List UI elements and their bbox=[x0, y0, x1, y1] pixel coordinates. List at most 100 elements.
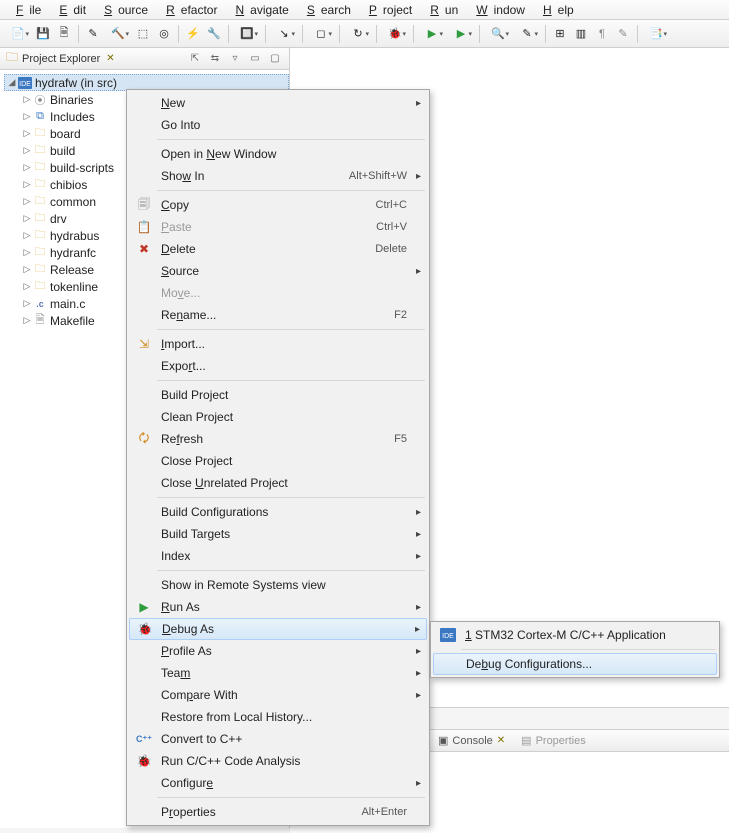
menu-edit[interactable]: Edit bbox=[47, 2, 92, 18]
debug-as-submenu[interactable]: IDE1 STM32 Cortex-M C/C++ Application Deb… bbox=[430, 621, 720, 678]
ctx-go-into[interactable]: Go Into bbox=[129, 114, 427, 136]
ctx-restore-from-local-history[interactable]: Restore from Local History... bbox=[129, 706, 427, 728]
menu-run[interactable]: Run bbox=[418, 2, 464, 18]
flash-button[interactable]: ⚡ bbox=[183, 24, 203, 44]
context-menu[interactable]: NewGo IntoOpen in New WindowShow InAlt+S… bbox=[126, 89, 430, 826]
menu-project[interactable]: Project bbox=[357, 2, 418, 18]
expand-icon[interactable]: ▷ bbox=[22, 298, 32, 309]
ctx-refresh[interactable]: 🗘RefreshF5 bbox=[129, 428, 427, 450]
menu-window[interactable]: Window bbox=[464, 2, 531, 18]
project-icon: IDE bbox=[17, 76, 33, 90]
collapse-all-icon[interactable]: ⇱ bbox=[187, 51, 203, 67]
ctx-profile-as[interactable]: Profile As bbox=[129, 640, 427, 662]
debug-button[interactable]: 🐞 bbox=[381, 24, 409, 44]
expand-icon[interactable]: ▷ bbox=[22, 264, 32, 275]
ctx-build-project[interactable]: Build Project bbox=[129, 384, 427, 406]
chip-button[interactable]: 🔲 bbox=[233, 24, 261, 44]
ctx-properties[interactable]: PropertiesAlt+Enter bbox=[129, 801, 427, 823]
tab-properties[interactable]: ▤ Properties bbox=[513, 730, 594, 751]
build-button[interactable]: 🔨 bbox=[104, 24, 132, 44]
menu-source[interactable]: Source bbox=[92, 2, 154, 18]
new-button[interactable]: 📄 bbox=[4, 24, 32, 44]
expand-icon[interactable]: ▷ bbox=[22, 145, 32, 156]
ctx-configure[interactable]: Configure bbox=[129, 772, 427, 794]
expand-icon[interactable]: ▷ bbox=[22, 315, 32, 326]
toggle-button[interactable]: ⊞ bbox=[550, 24, 570, 44]
expand-icon[interactable]: ▷ bbox=[22, 281, 32, 292]
ctx-debug-as[interactable]: 🐞Debug As bbox=[129, 618, 427, 640]
edit-button[interactable]: ✎ bbox=[83, 24, 103, 44]
stop-button[interactable]: ◻ bbox=[307, 24, 335, 44]
save-all-button[interactable]: 🗎 bbox=[54, 24, 74, 44]
ctx-team[interactable]: Team bbox=[129, 662, 427, 684]
accelerator: F5 bbox=[394, 433, 421, 445]
run-button[interactable]: ▶ bbox=[418, 24, 446, 44]
menu-navigate[interactable]: Navigate bbox=[223, 2, 294, 18]
menu-item-label: Show In bbox=[155, 169, 349, 183]
ctx-convert-to-c[interactable]: C⁺⁺Convert to C++ bbox=[129, 728, 427, 750]
source-folder-icon: 🗀 bbox=[32, 195, 48, 209]
ctx-export[interactable]: Export... bbox=[129, 355, 427, 377]
expand-icon[interactable]: ▷ bbox=[22, 230, 32, 241]
ctx-rename[interactable]: Rename...F2 bbox=[129, 304, 427, 326]
expand-icon[interactable]: ▷ bbox=[22, 111, 32, 122]
view-menu-icon[interactable]: ▿ bbox=[227, 51, 243, 67]
run-last-button[interactable]: ▶ bbox=[447, 24, 475, 44]
target-button[interactable]: ◎ bbox=[154, 24, 174, 44]
tab-console[interactable]: ▣ Console ✕ bbox=[430, 730, 513, 751]
accelerator: Delete bbox=[375, 243, 421, 255]
maximize-icon[interactable]: ▢ bbox=[267, 51, 283, 67]
expand-icon[interactable]: ◢ bbox=[7, 77, 17, 88]
ctx-close-unrelated-project[interactable]: Close Unrelated Project bbox=[129, 472, 427, 494]
link-editor-icon[interactable]: ⇆ bbox=[207, 51, 223, 67]
close-icon[interactable]: ✕ bbox=[497, 735, 505, 746]
expand-icon[interactable]: ▷ bbox=[22, 247, 32, 258]
minimize-icon[interactable]: ▭ bbox=[247, 51, 263, 67]
ctx-import[interactable]: ⇲Import... bbox=[129, 333, 427, 355]
expand-icon[interactable]: ▷ bbox=[22, 128, 32, 139]
menu-file[interactable]: File bbox=[4, 2, 47, 18]
ctx-show-in-remote-systems-view[interactable]: Show in Remote Systems view bbox=[129, 574, 427, 596]
expand-icon[interactable]: ▷ bbox=[22, 179, 32, 190]
ctx-show-in[interactable]: Show InAlt+Shift+W bbox=[129, 165, 427, 187]
para-button[interactable]: ¶ bbox=[592, 24, 612, 44]
ctx-new[interactable]: New bbox=[129, 92, 427, 114]
menu-search[interactable]: Search bbox=[295, 2, 357, 18]
expand-icon[interactable]: ▷ bbox=[22, 196, 32, 207]
project-button[interactable]: ⬚ bbox=[133, 24, 153, 44]
pane-title: Project Explorer bbox=[22, 53, 100, 65]
expand-icon[interactable]: ▷ bbox=[22, 94, 32, 105]
restart-button[interactable]: ↻ bbox=[344, 24, 372, 44]
ctx-build-targets[interactable]: Build Targets bbox=[129, 523, 427, 545]
ctx-close-project[interactable]: Close Project bbox=[129, 450, 427, 472]
expand-icon[interactable]: ▷ bbox=[22, 213, 32, 224]
ctx-source[interactable]: Source bbox=[129, 260, 427, 282]
ctx-compare-with[interactable]: Compare With bbox=[129, 684, 427, 706]
tool-button[interactable]: 🔧 bbox=[204, 24, 224, 44]
ctx-run-c-c-code-analysis[interactable]: 🐞Run C/C++ Code Analysis bbox=[129, 750, 427, 772]
word-button[interactable]: ✎ bbox=[613, 24, 633, 44]
highlight-button[interactable]: ✎ bbox=[513, 24, 541, 44]
ctx-build-configurations[interactable]: Build Configurations bbox=[129, 501, 427, 523]
expand-icon[interactable]: ▷ bbox=[22, 162, 32, 173]
separator bbox=[339, 25, 340, 43]
step-button[interactable]: ↘ bbox=[270, 24, 298, 44]
ctx-open-in-new-window[interactable]: Open in New Window bbox=[129, 143, 427, 165]
ctx-clean-project[interactable]: Clean Project bbox=[129, 406, 427, 428]
close-icon[interactable]: ✕ bbox=[106, 53, 114, 64]
ctx-copy[interactable]: 🗐CopyCtrl+C bbox=[129, 194, 427, 216]
menu-item-label: Properties bbox=[155, 805, 361, 819]
accelerator: Alt+Shift+W bbox=[349, 170, 421, 182]
ctx-index[interactable]: Index bbox=[129, 545, 427, 567]
ctx-run-as[interactable]: ▶Run As bbox=[129, 596, 427, 618]
debug-sub-debug-configurations[interactable]: Debug Configurations... bbox=[433, 653, 717, 675]
ctx-delete[interactable]: ✖DeleteDelete bbox=[129, 238, 427, 260]
menu-help[interactable]: Help bbox=[531, 2, 580, 18]
menu-refactor[interactable]: Refactor bbox=[154, 2, 223, 18]
toggle2-button[interactable]: ▥ bbox=[571, 24, 591, 44]
nav-button[interactable]: 📑 bbox=[642, 24, 670, 44]
search-button[interactable]: 🔍 bbox=[484, 24, 512, 44]
debug-sub-1-stm32-cortex-m-c-c-application[interactable]: IDE1 STM32 Cortex-M C/C++ Application bbox=[433, 624, 717, 646]
save-button[interactable]: 💾 bbox=[33, 24, 53, 44]
tree-label: build-scripts bbox=[48, 161, 114, 175]
